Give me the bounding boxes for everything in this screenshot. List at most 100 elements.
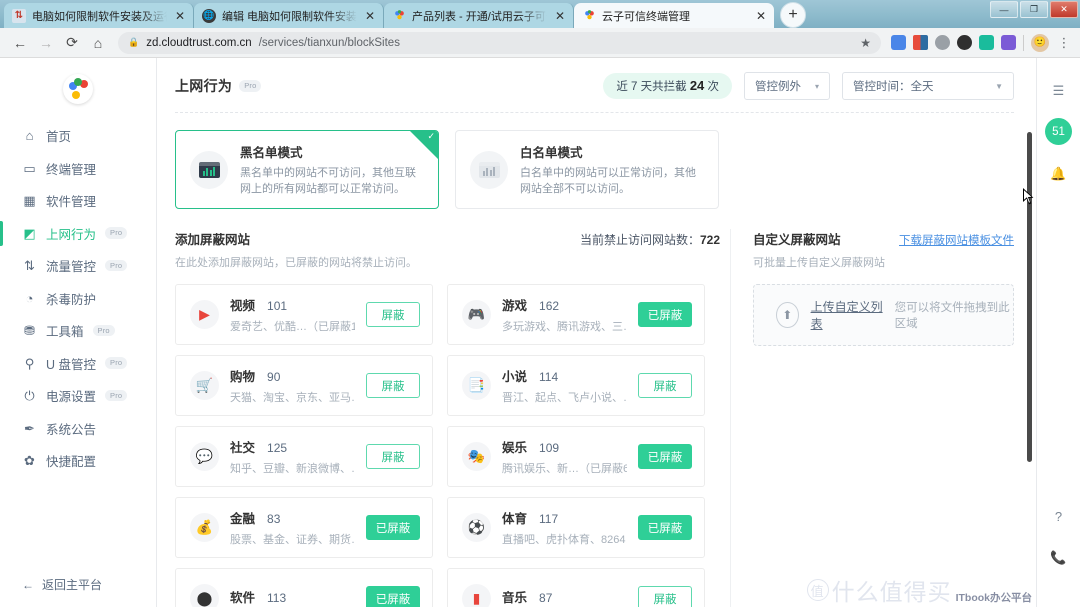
add-block-column: 添加屏蔽网站 当前禁止访问网站数：722 在此处添加屏蔽网站，已屏蔽的网站将禁止… (175, 229, 720, 607)
list-icon[interactable]: ☰ (1046, 78, 1072, 104)
category-card-finance[interactable]: 💰 金融 83 股票、基金、证券、期货… 已屏蔽 (175, 497, 433, 558)
block-toggle-button[interactable]: 已屏蔽 (638, 444, 692, 469)
category-card-music[interactable]: ▮ 音乐 87 屏蔽 (447, 568, 705, 607)
reload-icon[interactable]: ⟳ (60, 31, 84, 55)
category-card-entertainment[interactable]: 🎭 娱乐 109 腾讯娱乐、新…（已屏蔽6次） 已屏蔽 (447, 426, 705, 487)
minimize-button[interactable]: — (990, 1, 1018, 18)
sidebar-item-software-management[interactable]: ▦ 软件管理 (0, 185, 156, 216)
browser-tab-4-active[interactable]: 云子可信终端管理 ✕ (574, 3, 774, 28)
stat-prefix: 近 7 天共拦截 (616, 81, 690, 93)
notification-count-badge[interactable]: 51 (1045, 118, 1072, 145)
shutter-extension-icon[interactable] (957, 35, 972, 50)
address-bar[interactable]: 🔒 zd.cloudtrust.com.cn/services/tianxun/… (118, 31, 881, 54)
stat-suffix: 次 (704, 81, 719, 93)
tab-title: 云子可信终端管理 (602, 10, 690, 23)
sports-icon: ⚽ (462, 513, 491, 542)
control-time-dropdown[interactable]: 管控时间：全天 ▼ (842, 72, 1014, 100)
tab-close-icon[interactable]: ✕ (754, 9, 768, 23)
category-card-novel[interactable]: 📑 小说 114 晋江、起点、飞卢小说、… 屏蔽 (447, 355, 705, 416)
shield-icon: ◔ (25, 290, 34, 306)
bell-icon[interactable]: 🔔 (1046, 161, 1072, 187)
blocked-count-label: 当前禁止访问网站数： (579, 233, 700, 247)
tab-close-icon[interactable]: ✕ (173, 9, 187, 23)
maximize-button[interactable]: ❐ (1020, 1, 1048, 18)
phone-icon[interactable]: 📞 (1046, 545, 1072, 571)
category-count: 90 (267, 370, 281, 384)
download-extension-icon[interactable] (979, 35, 994, 50)
profile-avatar[interactable]: 🙂 (1031, 33, 1049, 52)
help-icon[interactable]: ? (1046, 503, 1072, 529)
forward-icon[interactable]: → (34, 31, 58, 55)
sidebar-item-quick-config[interactable]: ✿ 快捷配置 (0, 445, 156, 476)
upload-label[interactable]: 上传自定义列表 (811, 298, 883, 332)
category-name: 游戏 (502, 299, 528, 313)
new-tab-button[interactable]: + (780, 2, 806, 28)
right-rail-bottom: ? 📞 (1037, 503, 1080, 571)
back-icon[interactable]: ← (8, 31, 32, 55)
category-name: 视频 (230, 299, 256, 313)
block-toggle-button[interactable]: 已屏蔽 (638, 302, 692, 327)
window-controls: — ❐ ✕ (990, 1, 1078, 18)
whitelist-mode-card[interactable]: 白名单模式 白名单中的网站可以正常访问，其他网站全部不可以访问。 (455, 130, 719, 209)
watermark-text: 值 什么值得买 (806, 573, 952, 607)
browser-tab-2[interactable]: 🌐 编辑 电脑如何限制软件安装及运… ✕ (194, 3, 384, 28)
block-toggle-button[interactable]: 已屏蔽 (366, 515, 420, 540)
tab-close-icon[interactable]: ✕ (363, 9, 377, 23)
upload-dropzone[interactable]: ⬆ 上传自定义列表 您可以将文件拖拽到此区域 (753, 284, 1014, 346)
block-toggle-button[interactable]: 已屏蔽 (638, 515, 692, 540)
chevron-down-icon: ▾ (814, 81, 819, 91)
tab-close-icon[interactable]: ✕ (553, 9, 567, 23)
bookmark-star-icon[interactable]: ★ (860, 36, 871, 50)
block-toggle-button[interactable]: 屏蔽 (366, 444, 420, 469)
exception-dropdown[interactable]: 管控例外 ▾ (743, 72, 830, 100)
blacklist-mode-card[interactable]: ✓ 黑名单模式 黑名单中的网站不可访问，其他互联网上的所有网站都可以正常访问。 (175, 130, 439, 209)
sidebar-item-home[interactable]: ⌂ 首页 (0, 120, 156, 151)
blocked-count: 当前禁止访问网站数：722 (580, 231, 720, 248)
category-sites: 直播吧、虎扑体育、8264… (502, 534, 627, 546)
right-rail: ☰ 51 🔔 ? 📞 (1036, 58, 1080, 607)
tab-title: 电脑如何限制软件安装及运行 - 知… (32, 10, 167, 23)
category-card-game[interactable]: 🎮 游戏 162 多玩游戏、腾讯游戏、三… 已屏蔽 (447, 284, 705, 345)
sidebar-item-traffic-control[interactable]: ⇅ 流量管控 Pro (0, 250, 156, 281)
sidebar-item-label: 终端管理 (46, 162, 97, 177)
block-toggle-button[interactable]: 屏蔽 (366, 302, 420, 327)
sidebar-item-system-notice[interactable]: ✒ 系统公告 (0, 413, 156, 444)
pro-badge: Pro (105, 389, 128, 402)
cloudtrust-logo (63, 74, 93, 104)
elephant-extension-icon[interactable] (935, 35, 950, 50)
content-scrollbar[interactable] (1027, 132, 1032, 462)
sidebar-item-label: 软件管理 (46, 195, 97, 209)
sidebar-item-power-settings[interactable]: ⏻ 电源设置 Pro (0, 380, 156, 411)
sidebar-item-web-behavior[interactable]: ◩ 上网行为 Pro (0, 218, 156, 249)
category-card-software[interactable]: ⬤ 软件 113 已屏蔽 (175, 568, 433, 607)
sidebar-item-antivirus[interactable]: ◔ 杀毒防护 (0, 283, 156, 314)
sidebar-item-label: 电源设置 (46, 390, 97, 404)
sparkle-extension-icon[interactable] (1001, 35, 1016, 50)
category-card-video[interactable]: ▶ 视频 101 爱奇艺、优酷…（已屏蔽1次） 屏蔽 (175, 284, 433, 345)
sidebar-item-terminal-management[interactable]: ▭ 终端管理 (0, 153, 156, 184)
browser-tab-1[interactable]: ⇅ 电脑如何限制软件安装及运行 - 知… ✕ (4, 3, 194, 28)
mode-card-group: ✓ 黑名单模式 黑名单中的网站不可访问，其他互联网上的所有网站都可以正常访问。 (175, 130, 1014, 209)
category-card-shopping[interactable]: 🛒 购物 90 天猫、淘宝、京东、亚马… 屏蔽 (175, 355, 433, 416)
control-time-label: 管控时间：全天 (853, 81, 934, 93)
sidebar-item-toolbox[interactable]: ⛃ 工具箱 Pro (0, 315, 156, 346)
sidebar-item-label: 首页 (46, 130, 72, 144)
back-to-platform-link[interactable]: ← 返回主平台 (0, 576, 156, 593)
watermark: 值 什么值得买 ITbook办公平台 (806, 573, 1032, 607)
category-card-social[interactable]: 💬 社交 125 知乎、豆瓣、新浪微博、… 屏蔽 (175, 426, 433, 487)
browser-tab-3[interactable]: 产品列表 - 开通/试用云子可信服… ✕ (384, 3, 574, 28)
translate-extension-icon[interactable] (891, 35, 906, 50)
block-toggle-button[interactable]: 已屏蔽 (366, 586, 420, 607)
category-name: 娱乐 (502, 441, 528, 455)
pro-badge: Pro (92, 324, 115, 337)
close-window-button[interactable]: ✕ (1050, 1, 1078, 18)
block-toggle-button[interactable]: 屏蔽 (638, 586, 692, 607)
block-toggle-button[interactable]: 屏蔽 (638, 373, 692, 398)
sidebar-item-usb-control[interactable]: ⚲ U 盘管控 Pro (0, 348, 156, 379)
category-card-sports[interactable]: ⚽ 体育 117 直播吧、虎扑体育、8264… 已屏蔽 (447, 497, 705, 558)
block-toggle-button[interactable]: 屏蔽 (366, 373, 420, 398)
chrome-menu-icon[interactable]: ⋮ (1056, 35, 1072, 51)
bookmark-extension-icon[interactable] (913, 35, 928, 50)
home-icon[interactable]: ⌂ (86, 31, 110, 55)
download-template-link[interactable]: 下载屏蔽网站模板文件 (899, 232, 1014, 248)
